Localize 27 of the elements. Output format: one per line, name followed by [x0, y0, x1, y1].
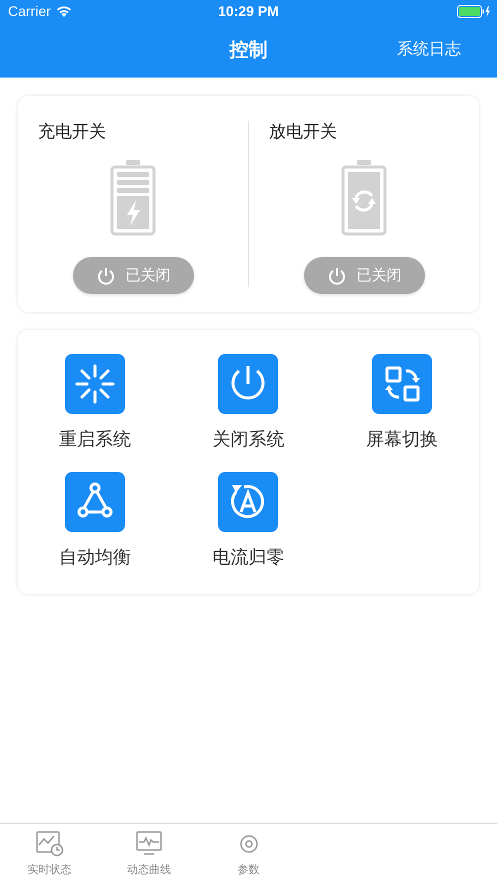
carrier-label: Carrier	[8, 3, 51, 19]
battery-icon	[457, 4, 491, 18]
system-log-button[interactable]: 系统日志	[397, 37, 461, 62]
page-title: 控制	[230, 38, 268, 62]
action-button[interactable]: 关闭系统	[212, 354, 284, 451]
power-icon	[218, 354, 278, 414]
tab-bar-item[interactable]: 实时状态	[0, 824, 100, 883]
power-toggle-button[interactable]: 已关闭	[304, 257, 424, 294]
tab-bar-item[interactable]: 参数	[198, 824, 298, 883]
action-button[interactable]: 重启系统	[58, 354, 131, 451]
chart-clock-icon	[36, 830, 64, 856]
action-button[interactable]: 电流归零	[212, 472, 284, 569]
wifi-icon	[56, 5, 72, 17]
tab-bar-item[interactable]: 动态曲线	[99, 824, 199, 883]
power-toggle-button[interactable]: 已关闭	[72, 257, 194, 294]
monitor-pulse-icon	[135, 830, 164, 856]
circle-arrow-a-icon	[218, 472, 278, 532]
power-icon	[96, 266, 116, 286]
status-time: 10:29 PM	[218, 3, 279, 19]
power-icon	[326, 266, 346, 286]
swap-squares-icon	[372, 354, 432, 414]
loading-spinner-icon	[64, 354, 125, 414]
triangle-nodes-icon	[64, 472, 125, 532]
action-button[interactable]: 屏幕切换	[366, 354, 438, 451]
switch-label: 充电开关	[38, 121, 106, 143]
action-button[interactable]: 自动均衡	[58, 472, 131, 569]
switch-label: 放电开关	[269, 121, 337, 143]
